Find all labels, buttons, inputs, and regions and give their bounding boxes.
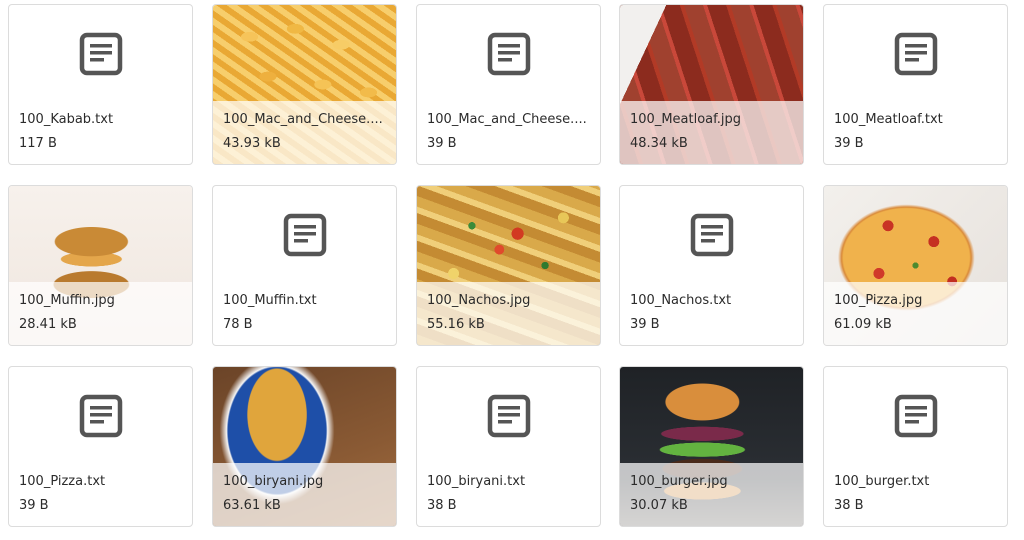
- file-info: 100_Pizza.jpg 61.09 kB: [824, 282, 1007, 345]
- text-file-card[interactable]: 100_Pizza.txt 39 B: [8, 366, 193, 527]
- text-file-icon-wrap: [417, 5, 600, 103]
- text-file-icon-wrap: [824, 5, 1007, 103]
- file-grid: 100_Kabab.txt 117 B 100_Mac_and_Cheese...…: [0, 0, 1024, 540]
- file-info: 100_Mac_and_Cheese.... 43.93 kB: [213, 101, 396, 164]
- file-name: 100_Muffin.jpg: [19, 293, 115, 308]
- file-name: 100_Pizza.txt: [19, 474, 106, 489]
- text-file-icon: [283, 213, 326, 257]
- text-file-icon-wrap: [9, 367, 192, 465]
- file-size: 30.07 kB: [630, 498, 688, 513]
- file-name: 100_Muffin.txt: [223, 293, 317, 308]
- file-info: 100_Meatloaf.txt 39 B: [824, 101, 1007, 164]
- file-size: 38 B: [834, 498, 864, 513]
- text-file-card[interactable]: 100_Meatloaf.txt 39 B: [823, 4, 1008, 165]
- text-file-icon: [79, 32, 122, 76]
- file-size: 61.09 kB: [834, 317, 892, 332]
- text-file-icon-wrap: [824, 367, 1007, 465]
- text-file-icon-wrap: [9, 5, 192, 103]
- text-file-icon: [690, 213, 733, 257]
- text-file-icon-wrap: [620, 186, 803, 284]
- text-file-icon-wrap: [417, 367, 600, 465]
- file-info: 100_Meatloaf.jpg 48.34 kB: [620, 101, 803, 164]
- file-info: 100_burger.txt 38 B: [824, 463, 1007, 526]
- file-name: 100_Nachos.jpg: [427, 293, 531, 308]
- file-size: 28.41 kB: [19, 317, 77, 332]
- file-size: 39 B: [630, 317, 660, 332]
- file-name: 100_Nachos.txt: [630, 293, 732, 308]
- text-file-card[interactable]: 100_Mac_and_Cheese.... 39 B: [416, 4, 601, 165]
- text-file-icon-wrap: [213, 186, 396, 284]
- file-name: 100_Pizza.jpg: [834, 293, 923, 308]
- file-info: 100_Nachos.jpg 55.16 kB: [417, 282, 600, 345]
- file-name: 100_Mac_and_Cheese....: [427, 112, 587, 127]
- file-name: 100_Meatloaf.jpg: [630, 112, 742, 127]
- file-size: 55.16 kB: [427, 317, 485, 332]
- file-name: 100_burger.txt: [834, 474, 930, 489]
- file-size: 39 B: [427, 136, 457, 151]
- image-file-card[interactable]: 100_Meatloaf.jpg 48.34 kB: [619, 4, 804, 165]
- text-file-icon: [487, 32, 530, 76]
- text-file-card[interactable]: 100_biryani.txt 38 B: [416, 366, 601, 527]
- text-file-card[interactable]: 100_Muffin.txt 78 B: [212, 185, 397, 346]
- file-info: 100_Kabab.txt 117 B: [9, 101, 192, 164]
- file-size: 63.61 kB: [223, 498, 281, 513]
- text-file-card[interactable]: 100_burger.txt 38 B: [823, 366, 1008, 527]
- file-size: 39 B: [19, 498, 49, 513]
- file-size: 78 B: [223, 317, 253, 332]
- file-name: 100_biryani.txt: [427, 474, 526, 489]
- text-file-icon: [894, 394, 937, 438]
- file-name: 100_Mac_and_Cheese....: [223, 112, 383, 127]
- file-name: 100_burger.jpg: [630, 474, 728, 489]
- file-size: 39 B: [834, 136, 864, 151]
- text-file-icon: [487, 394, 530, 438]
- file-info: 100_Nachos.txt 39 B: [620, 282, 803, 345]
- file-size: 43.93 kB: [223, 136, 281, 151]
- file-size: 117 B: [19, 136, 57, 151]
- file-info: 100_Mac_and_Cheese.... 39 B: [417, 101, 600, 164]
- file-info: 100_burger.jpg 30.07 kB: [620, 463, 803, 526]
- image-file-card[interactable]: 100_biryani.jpg 63.61 kB: [212, 366, 397, 527]
- text-file-card[interactable]: 100_Nachos.txt 39 B: [619, 185, 804, 346]
- text-file-icon: [79, 394, 122, 438]
- file-name: 100_Meatloaf.txt: [834, 112, 943, 127]
- file-info: 100_Muffin.txt 78 B: [213, 282, 396, 345]
- image-file-card[interactable]: 100_Muffin.jpg 28.41 kB: [8, 185, 193, 346]
- file-name: 100_biryani.jpg: [223, 474, 324, 489]
- text-file-icon: [894, 32, 937, 76]
- file-info: 100_biryani.txt 38 B: [417, 463, 600, 526]
- file-name: 100_Kabab.txt: [19, 112, 114, 127]
- image-file-card[interactable]: 100_Mac_and_Cheese.... 43.93 kB: [212, 4, 397, 165]
- file-info: 100_Pizza.txt 39 B: [9, 463, 192, 526]
- image-file-card[interactable]: 100_Nachos.jpg 55.16 kB: [416, 185, 601, 346]
- image-file-card[interactable]: 100_Pizza.jpg 61.09 kB: [823, 185, 1008, 346]
- text-file-card[interactable]: 100_Kabab.txt 117 B: [8, 4, 193, 165]
- file-size: 38 B: [427, 498, 457, 513]
- image-file-card[interactable]: 100_burger.jpg 30.07 kB: [619, 366, 804, 527]
- file-size: 48.34 kB: [630, 136, 688, 151]
- file-info: 100_Muffin.jpg 28.41 kB: [9, 282, 192, 345]
- file-info: 100_biryani.jpg 63.61 kB: [213, 463, 396, 526]
